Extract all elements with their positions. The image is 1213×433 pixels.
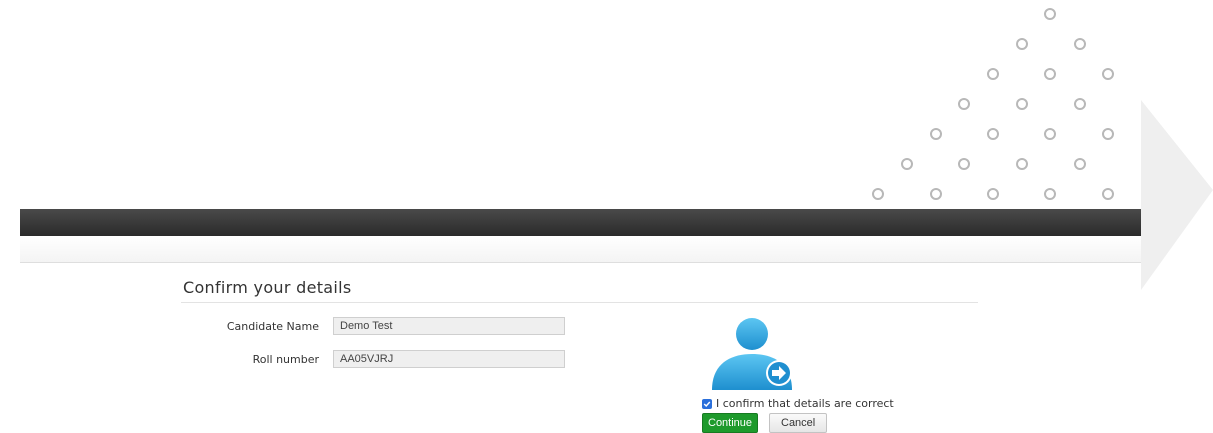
continue-button[interactable]: Continue <box>702 413 759 433</box>
header-bar <box>20 209 1141 236</box>
decor-dot <box>872 188 884 200</box>
decor-dot <box>1102 128 1114 140</box>
cancel-button[interactable]: Cancel <box>769 413 828 433</box>
candidate-name-field[interactable]: Demo Test <box>333 317 565 335</box>
title-divider <box>181 302 978 303</box>
decor-dot <box>1016 158 1028 170</box>
confirm-checkbox[interactable] <box>702 398 712 409</box>
roll-number-field[interactable]: AA05VJRJ <box>333 350 565 368</box>
decor-dot <box>987 128 999 140</box>
decor-dot <box>1016 98 1028 110</box>
candidate-name-label: Candidate Name <box>226 320 319 333</box>
decor-dot <box>987 68 999 80</box>
sub-header-bar <box>20 236 1141 263</box>
decor-dot <box>958 98 970 110</box>
decor-dot <box>901 158 913 170</box>
roll-number-label: Roll number <box>252 353 319 366</box>
decor-dot <box>987 188 999 200</box>
decor-dot <box>1016 38 1028 50</box>
confirm-label: I confirm that details are correct <box>716 397 894 410</box>
decor-dot <box>958 158 970 170</box>
decor-dot <box>1074 98 1086 110</box>
decor-dot <box>1074 38 1086 50</box>
page-title: Confirm your details <box>183 278 352 297</box>
decor-dot <box>1074 158 1086 170</box>
decor-dot <box>1044 188 1056 200</box>
decor-dot <box>930 188 942 200</box>
decor-dot <box>1102 68 1114 80</box>
decor-dot <box>930 128 942 140</box>
decor-dot <box>1044 68 1056 80</box>
check-icon <box>703 401 711 407</box>
decor-dot <box>1102 188 1114 200</box>
dot-pattern-decoration <box>872 8 1114 200</box>
user-login-icon <box>712 318 792 390</box>
confirm-row: I confirm that details are correct <box>702 397 894 410</box>
decor-dot <box>1044 8 1056 20</box>
decor-dot <box>1044 128 1056 140</box>
